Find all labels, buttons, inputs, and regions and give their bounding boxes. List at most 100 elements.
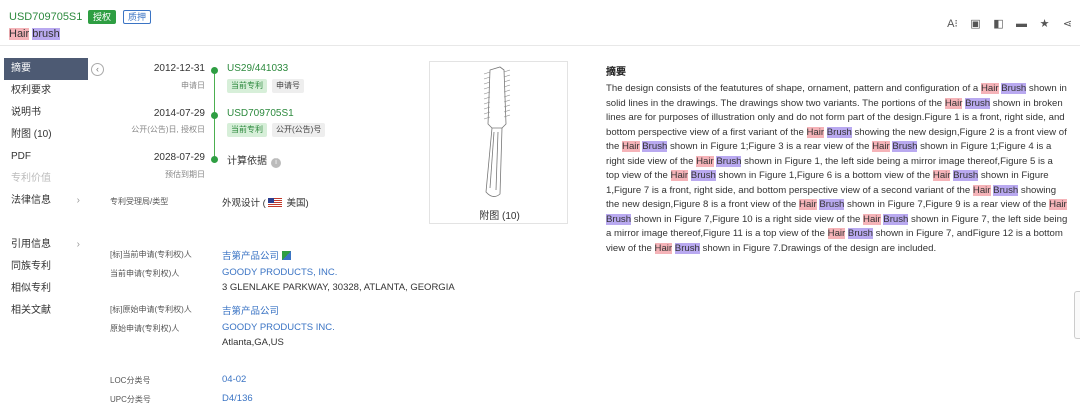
keyword-highlight: Brush bbox=[993, 184, 1019, 196]
abstract-fragment: The design consists of the featutures of… bbox=[606, 83, 981, 94]
application-number-link[interactable]: US29/441033 bbox=[227, 63, 288, 74]
timeline-dot bbox=[211, 112, 218, 119]
sidebar-item-11[interactable]: 相关文献 bbox=[0, 300, 90, 322]
loc-class-link[interactable]: 04-02 bbox=[222, 374, 246, 385]
keyword-highlight: Brush bbox=[892, 141, 918, 152]
std-original-applicant-label: [标]原始申请(专利权)人 bbox=[110, 305, 192, 314]
expiry-date: 2028-07-29 bbox=[153, 152, 205, 163]
design-type-text: 外观设计 ( bbox=[222, 198, 266, 209]
pledge-badge[interactable]: 质押 bbox=[123, 10, 152, 24]
publication-date: 2014-07-29 bbox=[153, 108, 205, 119]
section-nav: 摘要 权利要求 说明书 附图 (10) PDF 专利价值 法律信息 › 引用信息 › 同族专利 相似专… bbox=[0, 58, 90, 322]
publication-number-link[interactable]: USD709705S1 bbox=[227, 108, 294, 119]
sidebar-item-5: 专利价值 bbox=[0, 168, 90, 190]
us-flag-icon bbox=[267, 198, 282, 207]
sidebar-item-4[interactable]: PDF bbox=[0, 146, 90, 168]
collapse-sidebar-button[interactable]: ‹ bbox=[91, 63, 104, 76]
title-word: brush bbox=[32, 28, 60, 40]
expiry-date-label: 预估到期日 bbox=[165, 170, 205, 179]
sidebar-item-label: 权利要求 bbox=[11, 85, 51, 96]
application-date-label: 申请日 bbox=[181, 81, 205, 90]
publication-number-tag: 公开(公告)号 bbox=[272, 123, 326, 137]
keyword-highlight: Brush bbox=[690, 170, 716, 181]
keyword-highlight: Brush bbox=[1001, 83, 1027, 94]
star-icon[interactable]: ★ bbox=[1038, 17, 1051, 30]
keyword-highlight: Brush bbox=[953, 170, 979, 181]
abstract-fragment: shown in Figure 7.Drawings of the design… bbox=[699, 242, 937, 254]
sidebar-item-label: 专利价值 bbox=[11, 173, 51, 184]
office-type-label: 专利受理局/类型 bbox=[110, 197, 169, 206]
current-applicant-link[interactable]: GOODY PRODUCTS, INC. bbox=[222, 267, 337, 278]
sidebar-item-label: 同族专利 bbox=[11, 261, 51, 272]
keyword-highlight: Brush bbox=[883, 213, 909, 225]
side-scroll-handle[interactable] bbox=[1074, 291, 1080, 339]
publication-number[interactable]: USD709705S1 bbox=[9, 11, 82, 23]
sidebar-item-2[interactable]: 说明书 bbox=[0, 102, 90, 124]
sidebar-item-6[interactable]: 法律信息 › bbox=[0, 190, 90, 212]
translate-icon[interactable]: A⁝ bbox=[946, 17, 959, 30]
upc-class-link[interactable]: D4/136 bbox=[222, 393, 253, 404]
abstract-title: 摘要 bbox=[606, 67, 626, 78]
sidebar-item-8[interactable]: 引用信息 › bbox=[0, 234, 90, 256]
keyword-highlight: Hair bbox=[806, 126, 825, 138]
sidebar-item-1[interactable]: 权利要求 bbox=[0, 80, 90, 102]
calculation-basis-label: 计算依据 bbox=[227, 156, 267, 167]
keyword-highlight: Hair bbox=[932, 170, 951, 181]
std-current-applicant-link[interactable]: 吉第产品公司 bbox=[222, 248, 292, 262]
std-current-applicant-label: [标]当前申请(专利权)人 bbox=[110, 250, 192, 259]
std-original-applicant-link[interactable]: 吉第产品公司 bbox=[222, 303, 279, 317]
sidebar-item-10[interactable]: 相似专利 bbox=[0, 278, 90, 300]
sidebar-item-label: 相似专利 bbox=[11, 283, 51, 294]
folder-icon[interactable]: ▬ bbox=[1015, 17, 1028, 30]
chevron-right-icon: › bbox=[76, 195, 80, 206]
keyword-highlight: Hair bbox=[654, 242, 673, 254]
keyword-highlight: Brush bbox=[716, 155, 742, 167]
keyword-highlight: Brush bbox=[819, 199, 845, 210]
abstract-fragment: shown in Figure 1;Figure 3 is a rear vie… bbox=[667, 141, 873, 152]
hair-brush-drawing bbox=[483, 66, 511, 197]
drawing-thumbnail[interactable]: 附图 (10) bbox=[429, 61, 568, 224]
current-patent-tag: 当前专利 bbox=[227, 79, 267, 93]
sidebar-item-label: 法律信息 bbox=[11, 195, 51, 206]
share-export-icon[interactable]: ▣ bbox=[969, 17, 982, 30]
chevron-left-icon: ‹ bbox=[96, 64, 99, 74]
abstract-fragment: shown in Figure 7,Figure 9 is a rear vie… bbox=[844, 199, 1050, 210]
keyword-highlight: Brush bbox=[847, 228, 873, 239]
info-icon[interactable]: i bbox=[271, 158, 281, 168]
sidebar-item-label: PDF bbox=[11, 151, 31, 162]
keyword-highlight: Hair bbox=[670, 170, 689, 181]
timeline-dot bbox=[211, 67, 218, 74]
patent-title: Hair brush bbox=[9, 28, 60, 40]
sidebar-item-9[interactable]: 同族专利 bbox=[0, 256, 90, 278]
keyword-highlight: Hair bbox=[1049, 199, 1067, 210]
sidebar-item-label: 摘要 bbox=[11, 63, 31, 74]
application-date: 2012-12-31 bbox=[153, 63, 205, 74]
office-type-value: 外观设计 ( 美国) bbox=[222, 195, 309, 209]
sidebar-item-0[interactable]: 摘要 bbox=[4, 58, 88, 80]
keyword-highlight: Hair bbox=[863, 213, 881, 225]
keyword-highlight: Hair bbox=[622, 141, 640, 152]
company-profile-icon[interactable] bbox=[282, 251, 292, 260]
title-word: Hair bbox=[9, 28, 30, 40]
keyword-highlight: Hair bbox=[944, 97, 963, 109]
toolbar: A⁝ ▣ ◧ ▬ ★ ⋖ bbox=[946, 17, 1074, 31]
application-number-tag: 申请号 bbox=[272, 79, 304, 93]
keyword-highlight: Hair bbox=[972, 184, 991, 196]
std-current-applicant-name[interactable]: 吉第产品公司 bbox=[222, 251, 279, 262]
sidebar-item-label: 附图 (10) bbox=[11, 129, 52, 140]
keyword-highlight: Hair bbox=[980, 83, 999, 94]
original-applicant-link[interactable]: GOODY PRODUCTS INC. bbox=[222, 322, 335, 333]
keyword-highlight: Brush bbox=[674, 242, 700, 254]
share-icon[interactable]: ⋖ bbox=[1061, 17, 1074, 30]
current-patent-tag: 当前专利 bbox=[227, 123, 267, 137]
keyword-highlight: Brush bbox=[606, 213, 632, 225]
drawing-count-label: 附图 (10) bbox=[479, 211, 520, 222]
timeline-dot bbox=[211, 156, 218, 163]
current-applicant-label: 当前申请(专利权)人 bbox=[110, 269, 180, 278]
sidebar-item-label: 引用信息 bbox=[11, 239, 51, 250]
sidebar-item-3[interactable]: 附图 (10) bbox=[0, 124, 90, 146]
country-text: 美国) bbox=[283, 198, 309, 209]
pdf-download-icon[interactable]: ◧ bbox=[992, 17, 1005, 30]
keyword-highlight: Brush bbox=[642, 141, 668, 152]
